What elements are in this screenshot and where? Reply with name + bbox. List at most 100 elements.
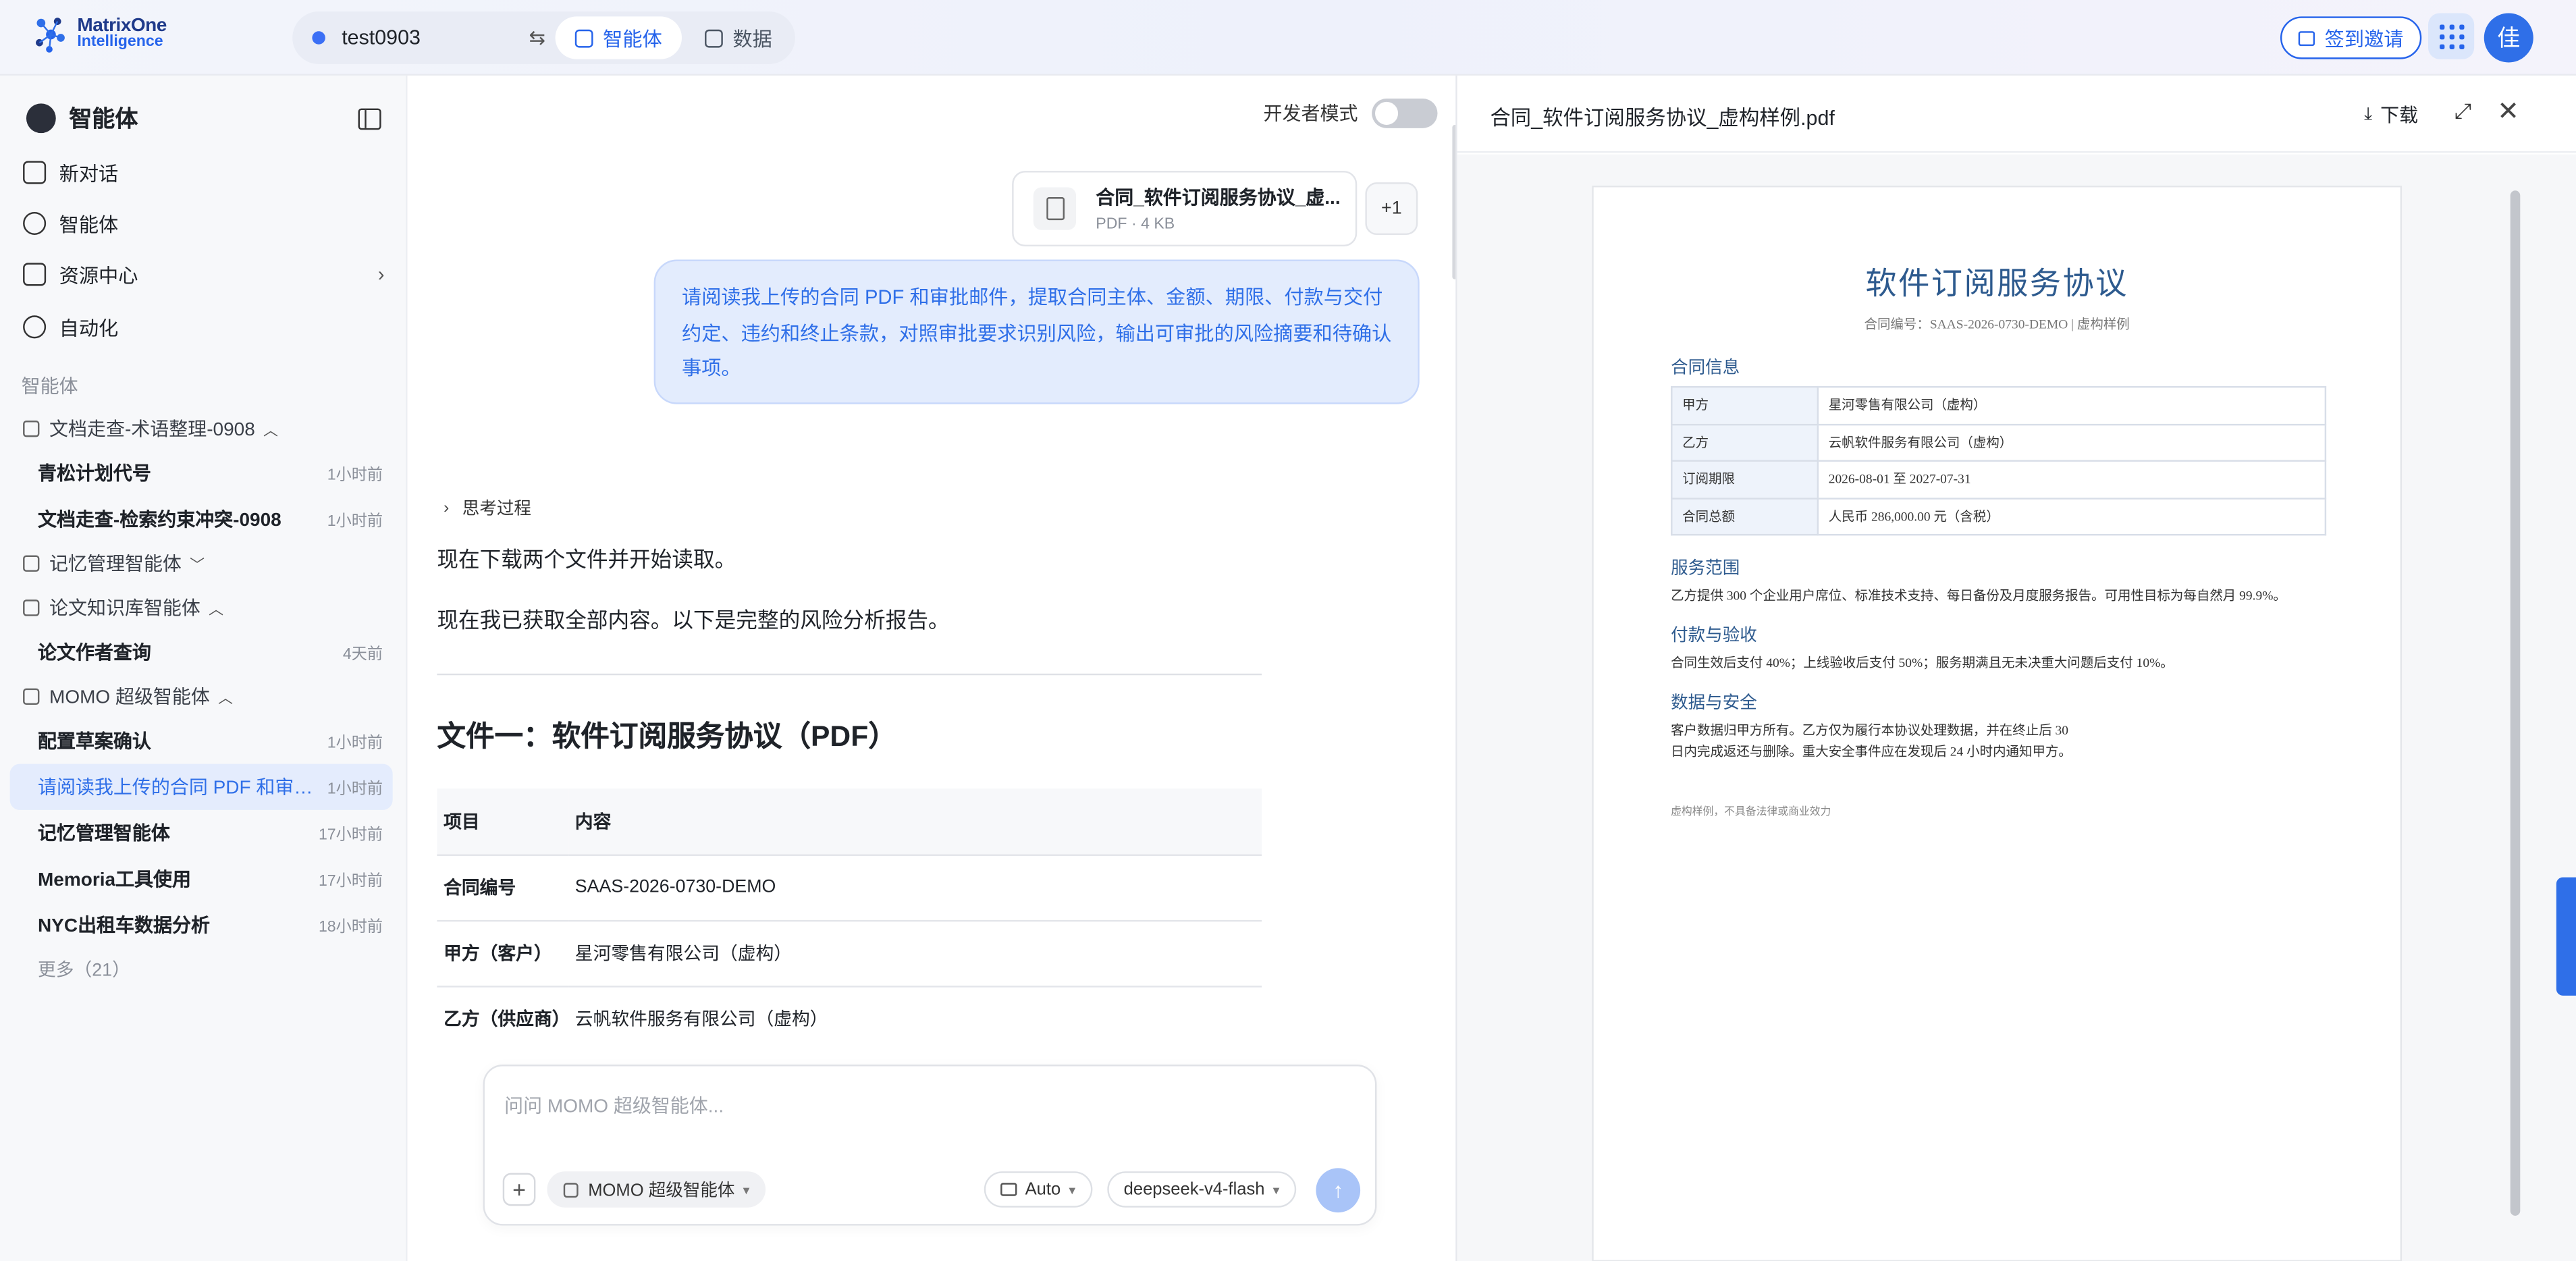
send-button[interactable]: ↑ <box>1316 1168 1361 1213</box>
agent-icon <box>574 28 593 47</box>
list-item[interactable]: 配置草案确认 1小时前 <box>10 718 393 764</box>
apps-grid-icon[interactable] <box>2428 13 2475 59</box>
workspace-selector[interactable]: test0903 ⇆ <box>292 11 552 64</box>
nav-resource-center-label: 资源中心 <box>59 263 138 287</box>
table-row: 合同总额 人民币 286,000.00 元（含税） <box>1671 497 2327 536</box>
add-attachment-button[interactable]: + <box>502 1173 536 1206</box>
item-time: 4天前 <box>342 645 383 664</box>
list-item[interactable]: 青松计划代号 1小时前 <box>10 450 393 496</box>
item-time: 18小时前 <box>318 918 383 937</box>
more-attachments-button[interactable]: +1 <box>1365 182 1418 236</box>
item-time: 1小时前 <box>327 734 383 753</box>
robot-avatar-icon <box>26 103 56 134</box>
pdf-paragraph: 日内完成返还与删除。重大安全事件应在发现后 24 小时内通知甲方。 <box>1671 744 2072 759</box>
nav-automation[interactable]: 自动化 <box>23 306 387 348</box>
attachment-name: 合同_软件订阅服务协议_虚... <box>1096 188 1341 209</box>
table-cell: 云帆软件服务有限公司（虚构） <box>568 985 1262 1052</box>
chat-scrollbar[interactable] <box>1452 124 1456 279</box>
list-item[interactable]: 论文作者查询 4天前 <box>10 629 393 675</box>
pdf-page: 软件订阅服务协议 合同编号：SAAS-2026-0730-DEMO | 虚构样例… <box>1592 186 2403 1261</box>
list-item[interactable]: NYC出租车数据分析 18小时前 <box>10 902 393 948</box>
close-icon[interactable]: ✕ <box>2497 95 2519 128</box>
table-cell: 2026-08-01 至 2027-07-31 <box>1817 460 2327 499</box>
pdf-section-heading: 服务范围 <box>1671 560 1740 579</box>
logo-line2: Intelligence <box>77 32 163 51</box>
thinking-label: 思考过程 <box>462 499 531 520</box>
model-selector[interactable]: deepseek-v4-flash ▾ <box>1107 1171 1296 1208</box>
workspace-status-dot <box>312 31 325 45</box>
agent-group-icon <box>23 555 40 572</box>
side-feedback-tab[interactable] <box>2556 877 2576 996</box>
item-title: 论文作者查询 <box>37 644 151 664</box>
app-root: MatrixOne Intelligence test0903 ⇆ 智能体 数据… <box>0 0 2576 1261</box>
data-icon <box>705 28 723 47</box>
nav-agents-label: 智能体 <box>59 213 119 236</box>
swap-icon[interactable]: ⇆ <box>529 26 545 49</box>
nav-agents[interactable]: 智能体 <box>23 202 387 244</box>
sidebar: 智能体 新对话 智能体 资源中心 › 自动化 智能体 文档走查-术语整理-090… <box>0 75 408 1261</box>
tab-data[interactable]: 数据 <box>685 16 792 59</box>
pdf-subtitle: 合同编号：SAAS-2026-0730-DEMO | 虚构样例 <box>1864 317 2130 332</box>
table-cell: 订阅期限 <box>1671 460 1819 499</box>
invite-button[interactable]: 签到邀请 <box>2280 16 2422 59</box>
item-time: 17小时前 <box>318 826 383 844</box>
pdf-paragraph: 客户数据归甲方所有。乙方仅为履行本协议处理数据，并在终止后 30 <box>1671 722 2069 738</box>
pdf-section-heading: 付款与验收 <box>1671 627 1757 646</box>
gift-icon <box>2298 30 2315 45</box>
avatar[interactable]: 佳 <box>2484 13 2533 63</box>
nav-resource-center[interactable]: 资源中心 › <box>23 253 387 296</box>
expand-icon[interactable]: ⤢ <box>2454 99 2471 125</box>
download-button[interactable]: ⤓ 下载 <box>2364 102 2418 128</box>
table-row: 合同编号 SAAS-2026-0730-DEMO <box>437 853 1262 920</box>
item-title: 配置草案确认 <box>37 732 151 753</box>
agent-group-icon <box>23 688 40 705</box>
chevron-down-icon: ▾ <box>743 1182 750 1197</box>
list-item[interactable]: 记忆管理智能体 17小时前 <box>10 810 393 856</box>
file-preview-panel: 合同_软件订阅服务协议_虚构样例.pdf ⤓ 下载 ⤢ ✕ 软件订阅服务协议 合… <box>1457 75 2576 1261</box>
agent-selector[interactable]: MOMO 超级智能体 ▾ <box>547 1171 766 1208</box>
sidebar-collapse-icon[interactable] <box>358 107 381 130</box>
download-label: 下载 <box>2380 107 2419 127</box>
mode-selector[interactable]: Auto ▾ <box>984 1171 1092 1208</box>
preview-header: 合同_软件订阅服务协议_虚构样例.pdf ⤓ 下载 ⤢ ✕ <box>1457 76 2576 153</box>
nav-automation-label: 自动化 <box>59 316 119 340</box>
table-header: 项目 <box>437 788 569 855</box>
agent-group[interactable]: 文档走查-术语整理-0908 ︿ <box>23 412 278 446</box>
preview-title: 合同_软件订阅服务协议_虚构样例.pdf <box>1490 107 1835 130</box>
agent-selector-label: MOMO 超级智能体 <box>588 1180 735 1200</box>
nav-new-chat[interactable]: 新对话 <box>23 151 387 194</box>
dev-mode: 开发者模式 <box>1264 99 1437 128</box>
agent-group[interactable]: MOMO 超级智能体 ︿ <box>23 680 233 714</box>
logo[interactable]: MatrixOne Intelligence <box>33 15 167 54</box>
dev-mode-toggle[interactable] <box>1370 99 1437 128</box>
agent-group-label: MOMO 超级智能体 <box>49 688 210 708</box>
section-label-agents: 智能体 <box>21 377 78 398</box>
user-message: 请阅读我上传的合同 PDF 和审批邮件，提取合同主体、金额、期限、付款与交付约定… <box>653 259 1420 404</box>
tab-agents[interactable]: 智能体 <box>555 16 682 59</box>
item-title: 请阅读我上传的合同 PDF 和审批邮件，提取合同主体、金额、期限、付款与交付约定… <box>37 778 314 799</box>
table-header: 内容 <box>568 788 1262 855</box>
agent-group[interactable]: 记忆管理智能体 ﹀ <box>23 547 205 580</box>
message-input[interactable]: 问问 MOMO 超级智能体... <box>504 1092 724 1119</box>
more-link[interactable]: 更多（21） <box>38 956 130 982</box>
sidebar-header: 智能体 <box>26 102 381 135</box>
agent-group-icon <box>23 599 40 616</box>
attachment-meta: PDF · 4 KB <box>1096 215 1175 234</box>
pdf-footer: 虚构样例，不具备法律或商业效力 <box>1671 806 1831 818</box>
workspace-name: test0903 <box>342 26 421 50</box>
preview-scrollbar[interactable] <box>2510 190 2521 1216</box>
preview-body: 软件订阅服务协议 合同编号：SAAS-2026-0730-DEMO | 虚构样例… <box>1457 154 2576 1261</box>
pdf-title: 软件订阅服务协议 <box>1865 267 2128 302</box>
list-item[interactable]: 文档走查-检索约束冲突-0908 1小时前 <box>10 496 393 542</box>
matrixone-logo-icon <box>36 18 65 53</box>
thinking-toggle[interactable]: › 思考过程 <box>444 496 531 521</box>
pdf-paragraph: 合同生效后支付 40%；上线验收后支付 50%；服务期满且无未决重大问题后支付 … <box>1671 655 2174 670</box>
agent-group[interactable]: 论文知识库智能体 ︿ <box>23 591 223 624</box>
pdf-section-heading: 数据与安全 <box>1671 695 1757 714</box>
list-item[interactable]: Memoria工具使用 17小时前 <box>10 856 393 902</box>
attachment-card[interactable]: 合同_软件订阅服务协议_虚... PDF · 4 KB <box>1012 171 1358 247</box>
table-row: 订阅期限 2026-08-01 至 2027-07-31 <box>1671 460 2327 499</box>
list-item-selected[interactable]: 请阅读我上传的合同 PDF 和审批邮件，提取合同主体、金额、期限、付款与交付约定… <box>9 763 393 810</box>
item-title: NYC出租车数据分析 <box>37 917 210 937</box>
table-row: 乙方 云帆软件服务有限公司（虚构） <box>1671 423 2327 462</box>
